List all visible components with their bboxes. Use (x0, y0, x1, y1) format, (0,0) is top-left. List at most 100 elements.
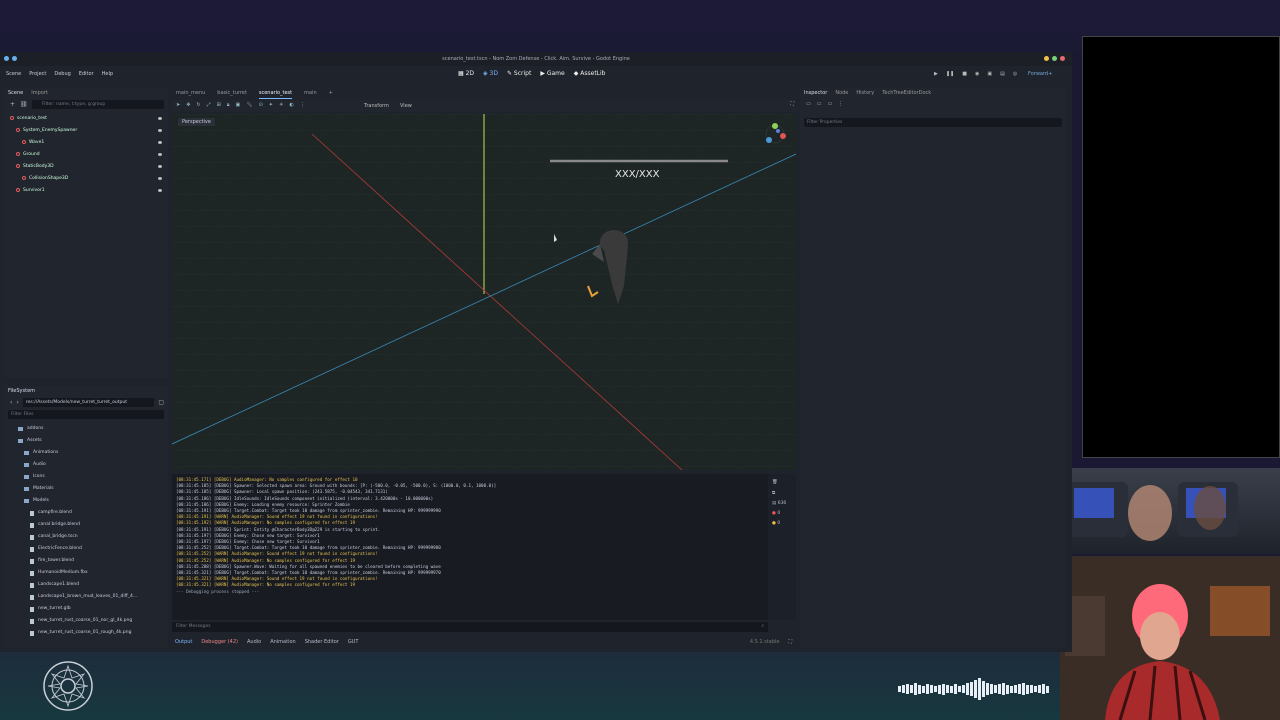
pause-icon[interactable]: ❚❚ (946, 71, 954, 77)
scene-node[interactable]: CollisionShape3D (4, 173, 168, 185)
scale-tool-icon[interactable]: ⤢ (207, 102, 211, 108)
snap-icon[interactable]: ⊙ (259, 102, 263, 108)
filesystem-item[interactable]: Models (18, 495, 168, 507)
filesystem-item[interactable]: Assets (18, 435, 168, 447)
message-count[interactable]: ▤ 636 (772, 501, 792, 506)
scene-node[interactable]: StaticBody3D (4, 161, 168, 173)
filesystem-item[interactable]: ElectricFence.blend (18, 543, 168, 555)
tab-main[interactable]: main (304, 88, 317, 99)
menu-help[interactable]: Help (102, 71, 113, 77)
filesystem-item[interactable]: canal bridge.blend (18, 519, 168, 531)
copy-output-icon[interactable]: ⧉ (772, 490, 792, 496)
filesystem-item[interactable]: new_turret.glb (18, 603, 168, 615)
open-resource-icon[interactable]: ▭ (817, 101, 822, 107)
tab-gut[interactable]: GUT (348, 636, 359, 648)
visibility-icon[interactable] (158, 117, 162, 120)
mode-game[interactable]: ▶ Game (540, 70, 564, 77)
filesystem-item[interactable]: new_turret_rust_coarse_01_rough_4k.png (18, 627, 168, 639)
play-custom-icon[interactable]: ▤ (1000, 71, 1005, 77)
mode-3d[interactable]: ◈ 3D (483, 70, 498, 77)
visibility-icon[interactable] (158, 141, 162, 144)
scene-node[interactable]: scenario_test (4, 113, 168, 125)
tab-techtree[interactable]: TechTreeEditorDock (882, 88, 931, 98)
select-tool-icon[interactable]: ➤ (176, 102, 180, 108)
tab-node[interactable]: Node (835, 88, 848, 98)
add-node-icon[interactable]: + (10, 101, 15, 108)
filesystem-item[interactable]: Landscape1_brown_mud_leaves_01_diff_4... (18, 591, 168, 603)
split-view-icon[interactable]: ▢ (158, 399, 164, 406)
mode-script[interactable]: ✎ Script (507, 70, 531, 77)
clear-output-icon[interactable]: 🗑︎ (772, 480, 792, 485)
perspective-menu[interactable]: Perspective (178, 118, 215, 126)
filesystem-item[interactable]: canal_bridge.tscn (18, 531, 168, 543)
filesystem-item[interactable]: new_turret_rust_coarse_01_nor_gl_4k.png (18, 615, 168, 627)
mode-assetlib[interactable]: ◆ AssetLib (574, 70, 606, 77)
filesystem-filter-input[interactable]: Filter Files (8, 410, 164, 419)
resource-menu-icon[interactable]: ⋮ (838, 101, 843, 107)
mode-2d[interactable]: ▦ 2D (458, 70, 474, 77)
scene-filter-input[interactable]: Filter: name, t:type, g:group (32, 100, 164, 109)
tab-basic-turret[interactable]: basic_turret (217, 88, 247, 99)
tab-scene[interactable]: Scene (8, 88, 23, 98)
visibility-icon[interactable] (158, 153, 162, 156)
tab-scenario-test[interactable]: scenario_test (258, 88, 293, 99)
filesystem-path[interactable]: res://Assets/Models/new_turret_turret_ou… (22, 397, 155, 407)
filesystem-item[interactable]: Landscape1.blend (18, 579, 168, 591)
fullscreen-icon[interactable]: ⛶ (790, 101, 794, 107)
3d-viewport[interactable]: Perspective XXX/XXX (172, 114, 796, 470)
view-menu[interactable]: View (400, 103, 412, 109)
console-filter-input[interactable]: Filter Messages ⌕ (172, 622, 768, 632)
filesystem-item[interactable]: Animations (18, 447, 168, 459)
movie-maker-icon[interactable]: ◎ (1013, 71, 1017, 77)
remote-debug-icon[interactable]: ◉ (975, 71, 979, 77)
menu-project[interactable]: Project (29, 71, 46, 77)
play-icon[interactable]: ▶ (934, 71, 938, 77)
menu-editor[interactable]: Editor (79, 71, 94, 77)
lock-icon[interactable]: 🔒︎ (227, 102, 230, 108)
local-space-icon[interactable]: ✦ (269, 102, 273, 108)
filesystem-item[interactable]: HumanoidMedium.fbx (18, 567, 168, 579)
new-resource-icon[interactable]: ▭ (806, 101, 811, 107)
tab-inspector[interactable]: Inspector (804, 88, 827, 98)
filesystem-item[interactable]: Materials (18, 483, 168, 495)
expand-panel-icon[interactable]: ⛶ (788, 636, 792, 648)
warning-count[interactable]: ● 0 (772, 521, 792, 526)
window-pin-icon[interactable] (12, 56, 17, 61)
filesystem-item[interactable]: addons (18, 423, 168, 435)
tab-import[interactable]: Import (31, 88, 48, 98)
play-scene-icon[interactable]: ▣ (987, 71, 992, 77)
tab-audio[interactable]: Audio (247, 636, 261, 648)
visibility-icon[interactable] (158, 189, 162, 192)
back-icon[interactable]: ‹ (10, 399, 12, 406)
renderer-select[interactable]: Forward+ (1028, 71, 1052, 77)
env-icon[interactable]: ◐ (289, 102, 293, 108)
menu-debug[interactable]: Debug (54, 71, 70, 77)
visibility-icon[interactable] (158, 177, 162, 180)
error-count[interactable]: ● 0 (772, 511, 792, 516)
new-tab-icon[interactable]: + (329, 88, 333, 99)
close-button[interactable] (1060, 56, 1065, 61)
move-tool-icon[interactable]: ✥ (186, 102, 190, 108)
filesystem-item[interactable]: fire_tower.blend (18, 555, 168, 567)
sun-icon[interactable]: ☀ (279, 102, 283, 108)
filesystem-item[interactable]: Audio (18, 459, 168, 471)
window-menu-icon[interactable] (4, 56, 9, 61)
tab-animation[interactable]: Animation (270, 636, 296, 648)
visibility-icon[interactable] (158, 165, 162, 168)
ruler-icon[interactable]: 📏︎ (246, 102, 252, 108)
tab-debugger[interactable]: Debugger (42) (201, 636, 238, 648)
tab-history[interactable]: History (856, 88, 874, 98)
filesystem-item[interactable]: Icons (18, 471, 168, 483)
visibility-icon[interactable] (158, 129, 162, 132)
output-console[interactable]: [08:31:45.171] [DEBUG] AudioManager: No … (172, 474, 768, 620)
forward-icon[interactable]: › (16, 399, 18, 406)
scene-node[interactable]: System_EnemySpawner (4, 125, 168, 137)
more-icon[interactable]: ⋮ (300, 102, 305, 108)
filesystem-item[interactable]: campfire.blend (18, 507, 168, 519)
minimize-button[interactable] (1044, 56, 1049, 61)
transform-menu[interactable]: Transform (364, 103, 389, 109)
tab-shader-editor[interactable]: Shader Editor (305, 636, 339, 648)
scene-node[interactable]: Survivor1 (4, 185, 168, 197)
tab-output[interactable]: Output (175, 636, 192, 648)
inspector-filter-input[interactable]: Filter Properties (804, 118, 1062, 127)
